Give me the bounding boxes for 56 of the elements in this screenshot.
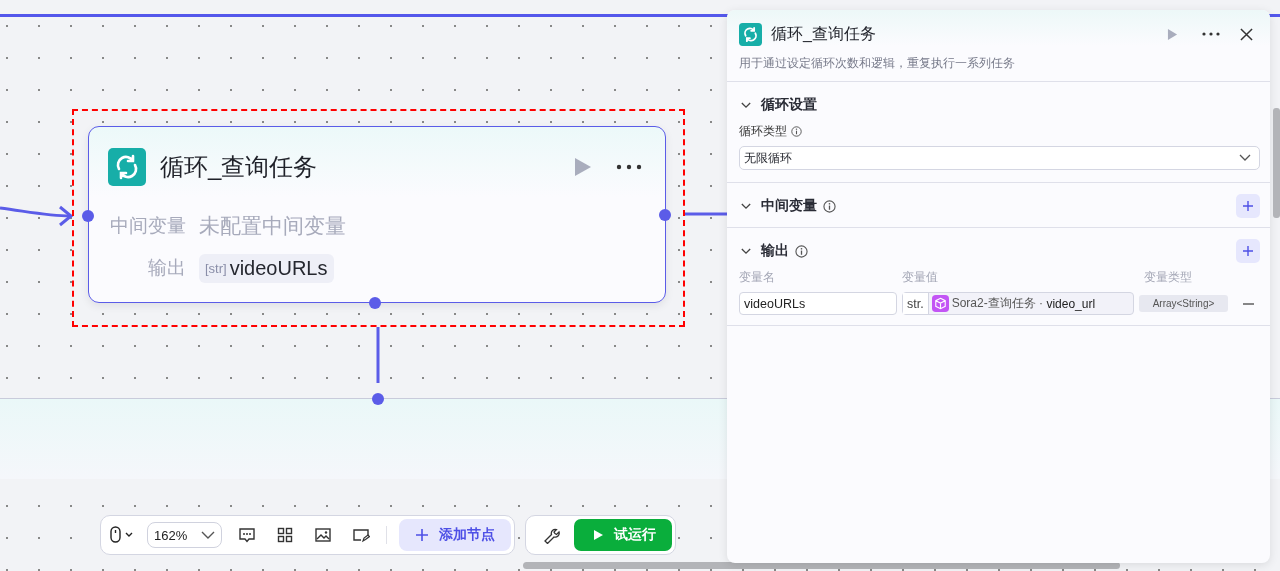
row-label: 中间变量: [109, 214, 186, 238]
close-icon[interactable]: [1240, 27, 1253, 41]
more-icon[interactable]: [1202, 32, 1220, 36]
add-button[interactable]: [1236, 194, 1260, 218]
zoom-select[interactable]: 162%: [147, 522, 223, 548]
loop-icon: [108, 148, 146, 186]
variable-name-field[interactable]: videoURLs: [739, 292, 897, 315]
variable-value-field[interactable]: str. Sora2-查询任务 · video_url: [902, 292, 1134, 315]
mouse-mode-button[interactable]: [109, 526, 135, 544]
connector-line: [376, 327, 380, 383]
chevron-icon[interactable]: [741, 202, 751, 210]
column-header: 变量类型: [1144, 269, 1192, 286]
loop-node[interactable]: 循环_查询任务 中间变量 未配置中间变量 输出 [str]videoURLs: [88, 126, 666, 303]
connector-line: [685, 212, 727, 216]
panel-description: 用于通过设定循环次数和逻辑，重复执行一系列任务: [727, 46, 1270, 82]
section-title: 输出: [761, 242, 789, 260]
plus-icon: [1242, 200, 1254, 212]
chevron-icon[interactable]: [741, 247, 751, 255]
row-label: 输出: [147, 256, 186, 280]
wrench-icon[interactable]: [542, 526, 561, 544]
info-icon[interactable]: [823, 199, 836, 213]
node-title: 循环_查询任务: [160, 152, 319, 182]
info-icon[interactable]: [791, 126, 802, 137]
column-header: 变量值: [902, 269, 939, 286]
row-value: 未配置中间变量: [199, 213, 346, 239]
column-header: 变量名: [739, 269, 776, 286]
plus-icon: [1242, 245, 1254, 257]
play-icon: [592, 529, 605, 541]
port-handle[interactable]: [82, 210, 94, 222]
info-icon[interactable]: [795, 244, 808, 258]
type-tag: Array<String>: [1139, 295, 1228, 312]
loop-type-select[interactable]: 无限循环: [739, 146, 1260, 170]
port-handle[interactable]: [372, 393, 384, 405]
loop-icon: [739, 22, 762, 46]
section-title: 循环设置: [761, 96, 817, 114]
type-tag: [str]: [205, 260, 227, 276]
screen-pen-icon[interactable]: [352, 526, 371, 544]
section-title: 中间变量: [761, 197, 817, 215]
grid-icon[interactable]: [276, 526, 295, 544]
comment-icon[interactable]: [238, 526, 257, 544]
variable-name: videoURLs: [229, 256, 328, 280]
remove-icon[interactable]: [1243, 302, 1254, 305]
add-node-button[interactable]: 添加节点: [399, 519, 512, 551]
field-label: 循环类型: [739, 123, 787, 140]
variable-reference: Sora2-查询任务 · video_url: [928, 295, 1096, 312]
chevron-icon: [1239, 154, 1251, 162]
more-icon[interactable]: [616, 164, 642, 170]
scrollbar[interactable]: [523, 562, 1120, 569]
chevron-icon: [201, 531, 216, 539]
panel-title: 循环_查询任务: [771, 23, 877, 44]
cube-icon: [931, 295, 949, 312]
add-button[interactable]: [1236, 239, 1260, 263]
scrollbar[interactable]: [1273, 108, 1280, 218]
plus-icon: [415, 528, 430, 542]
image-icon[interactable]: [314, 526, 333, 544]
chevron-icon[interactable]: [741, 101, 751, 109]
